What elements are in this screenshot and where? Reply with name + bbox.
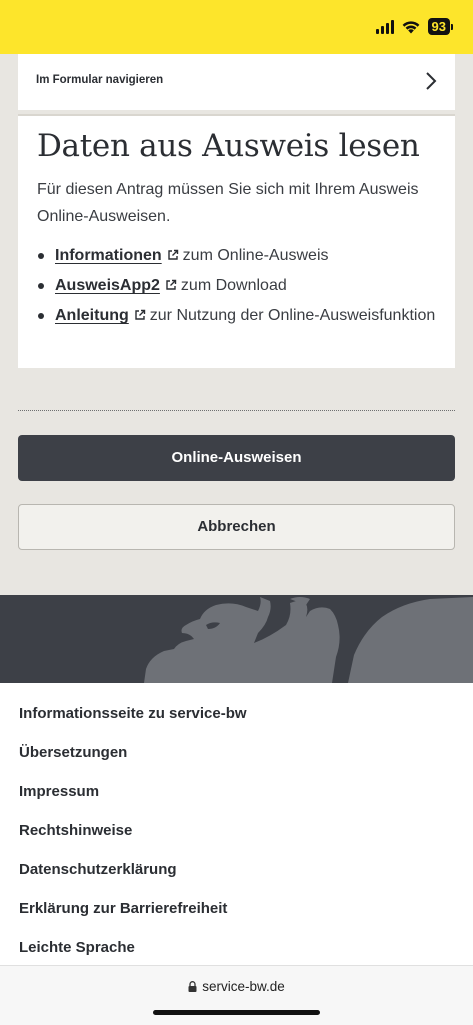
ausweis-info-card: Daten aus Ausweis lesen Für diesen Antra…: [18, 114, 455, 368]
divider: [18, 410, 455, 411]
chevron-right-icon: [426, 72, 437, 90]
battery-icon: 93: [427, 18, 453, 35]
footer-link-rechtshinweise[interactable]: Rechtshinweise: [19, 822, 132, 839]
ausweisapp2-text: zum Download: [180, 277, 287, 294]
wifi-icon: [402, 20, 419, 33]
footer-link-datenschutz[interactable]: Datenschutzerklärung: [19, 861, 177, 878]
status-bar: 93: [0, 0, 473, 54]
lion-emblem-icon: [144, 597, 473, 683]
list-item: Informationen zum Online-Ausweis: [37, 242, 437, 269]
footer-banner: [0, 595, 473, 683]
external-link-icon: [167, 249, 178, 260]
footer-link-uebersetzungen[interactable]: Übersetzungen: [19, 744, 127, 761]
ausweisapp2-link[interactable]: AusweisApp2: [55, 277, 160, 294]
page-title: Daten aus Ausweis lesen: [37, 128, 420, 164]
external-link-icon: [135, 309, 145, 320]
url-text: service-bw.de: [202, 979, 285, 994]
informationen-text: zum Online-Ausweis: [182, 247, 329, 264]
form-navigation[interactable]: Im Formular navigieren: [18, 54, 455, 110]
home-indicator: [153, 1010, 320, 1015]
footer-link-impressum[interactable]: Impressum: [19, 783, 99, 800]
lock-icon: [188, 981, 197, 992]
external-link-icon: [166, 279, 177, 290]
anleitung-link[interactable]: Anleitung: [55, 307, 129, 324]
informationen-link[interactable]: Informationen: [55, 247, 162, 264]
anleitung-text: zur Nutzung der Online-Ausweisfunktion: [149, 307, 436, 324]
battery-level: 93: [427, 18, 450, 35]
list-item: AusweisApp2 zum Download: [37, 272, 437, 299]
footer-link-leichte-sprache[interactable]: Leichte Sprache: [19, 939, 135, 956]
form-navigation-label: Im Formular navigieren: [36, 74, 164, 86]
intro-text: Für diesen Antrag müssen Sie sich mit Ih…: [37, 181, 419, 225]
online-ausweisen-button[interactable]: Online-Ausweisen: [18, 435, 455, 481]
footer-link-informationsseite[interactable]: Informationsseite zu service-bw: [19, 705, 247, 722]
browser-address-bar[interactable]: service-bw.de: [0, 965, 473, 1025]
footer-link-barrierefreiheit[interactable]: Erklärung zur Barrierefreiheit: [19, 900, 227, 917]
footer-links: Informationsseite zu service-bw Übersetz…: [0, 683, 473, 965]
list-item: Anleitung zur Nutzung der Online-Ausweisf…: [37, 302, 437, 329]
cellular-signal-icon: [375, 19, 394, 34]
abbrechen-button[interactable]: Abbrechen: [18, 504, 455, 550]
info-link-list: Informationen zum Online-Ausweis AusweisA…: [37, 242, 437, 332]
